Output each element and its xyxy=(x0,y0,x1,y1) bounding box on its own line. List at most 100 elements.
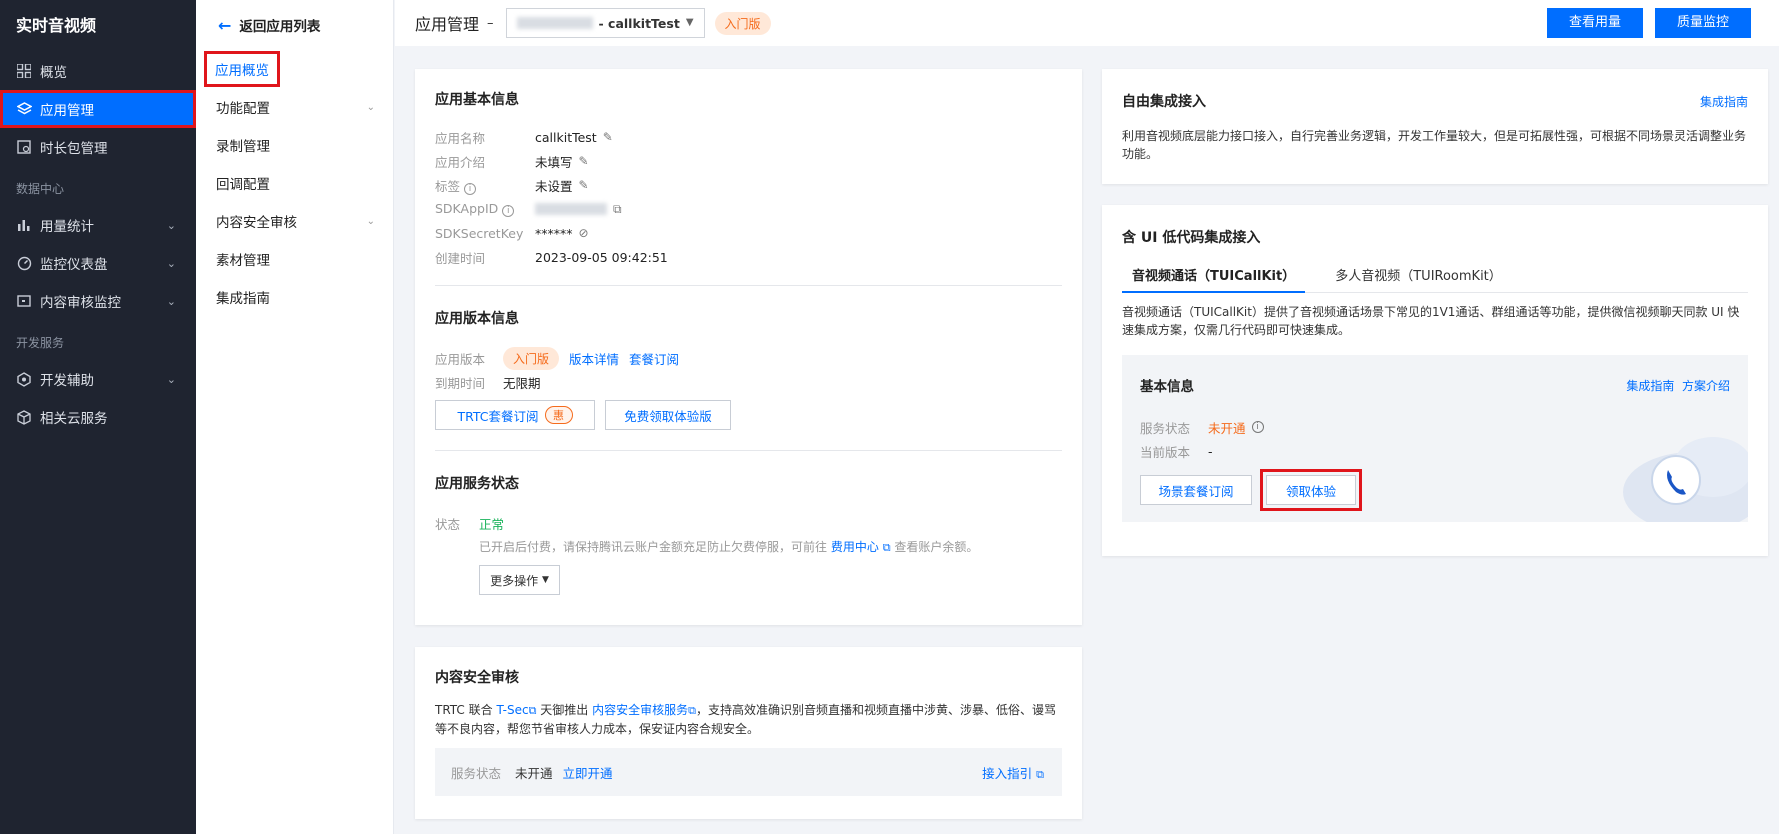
copy-icon[interactable]: ⧉ xyxy=(613,202,622,217)
page-header: 应用管理 – - callkitTest ▼ 入门版 查看用量 质量监控 xyxy=(395,0,1779,46)
quality-monitor-button[interactable]: 质量监控 xyxy=(1654,8,1751,38)
eye-off-icon[interactable]: ⊘ xyxy=(579,226,589,240)
free-trial-button[interactable]: 免费领取体验版 xyxy=(605,400,731,430)
chevron-down-icon: ⌄ xyxy=(166,294,176,308)
masked-app-id xyxy=(516,17,593,29)
external-link-icon: ⧉ xyxy=(1036,767,1044,781)
field-value: ****** xyxy=(535,225,573,241)
access-guide-link[interactable]: 接入指引 xyxy=(982,766,1032,781)
field-key: 应用版本 xyxy=(435,351,486,367)
claim-trial-button[interactable]: 领取体验 xyxy=(1266,475,1356,505)
sidebar-group-data: 数据中心 xyxy=(16,182,65,196)
free-integration-card: 自由集成接入 集成指南 利用音视频底层能力接口接入，自行完善业务逻辑，开发工作量… xyxy=(1102,69,1768,184)
more-actions-dropdown[interactable]: 更多操作 ▼ xyxy=(479,565,560,595)
grid-icon xyxy=(16,63,32,79)
submenu-label: 回调配置 xyxy=(216,177,270,193)
layers-icon xyxy=(16,101,32,117)
tsec-link[interactable]: T-Sec xyxy=(496,703,528,717)
edit-icon[interactable]: ✎ xyxy=(603,130,613,144)
submenu-label: 素材管理 xyxy=(216,253,270,269)
tuicallkit-info-panel: 基本信息 集成指南 方案介绍 服务状态 未开通 i 当前版本 - 场景套餐订阅 领取体… xyxy=(1122,355,1748,522)
integration-guide-link[interactable]: 集成指南 xyxy=(1700,93,1748,110)
submenu-item-materials[interactable]: 素材管理 xyxy=(196,240,393,278)
status-badge: 正常 xyxy=(479,516,505,532)
field-key: 应用介绍 xyxy=(435,154,486,170)
sidebar-item-content-monitor[interactable]: 内容审核监控 ⌄ xyxy=(0,282,196,320)
view-usage-button[interactable]: 查看用量 xyxy=(1546,8,1643,38)
sidebar-item-dashboard[interactable]: 监控仪表盘 ⌄ xyxy=(0,244,196,282)
section-title-version: 应用版本信息 xyxy=(435,311,519,327)
content-security-card: 内容安全审核 TRTC 联合 T-Sec⧉ 天御推出 内容安全审核服务⧉，支持高… xyxy=(415,647,1082,819)
product-title: 实时音视频 xyxy=(16,16,97,35)
field-key: 服务状态 xyxy=(1140,420,1191,436)
lowcode-description: 音视频通话（TUICallKit）提供了音视频通话场景下常见的1V1通话、群组通… xyxy=(1122,305,1740,337)
field-value: 未填写 xyxy=(535,154,573,170)
app-submenu: ← 返回应用列表 应用概览 功能配置 ⌄ 录制管理 回调配置 内容安全审核 ⌄ 素材… xyxy=(196,0,394,834)
submenu-label: 功能配置 xyxy=(216,101,270,117)
package-icon xyxy=(16,139,32,155)
edition-badge: 入门版 xyxy=(503,346,560,370)
chevron-down-icon: ⌄ xyxy=(166,372,176,386)
sidebar-item-overview[interactable]: 概览 xyxy=(0,52,196,90)
content-audit-service-link[interactable]: 内容安全审核服务 xyxy=(592,703,688,717)
sidebar-item-label: 监控仪表盘 xyxy=(40,257,108,273)
sidebar-item-cloud-services[interactable]: 相关云服务 xyxy=(0,398,196,436)
submenu-label: 录制管理 xyxy=(216,139,270,155)
billing-center-link[interactable]: 费用中心 xyxy=(831,540,879,554)
sidebar-item-app-management[interactable]: 应用管理 xyxy=(0,90,196,128)
sidebar-item-dev-assist[interactable]: 开发辅助 ⌄ xyxy=(0,360,196,398)
info-icon[interactable]: i xyxy=(464,182,476,195)
app-info-card: 应用基本信息 应用名称 callkitTest ✎ 应用介绍 未填写 ✎ 标签 i 未设置… xyxy=(415,69,1082,625)
submenu-item-feature-config[interactable]: 功能配置 ⌄ xyxy=(196,88,393,126)
field-created-time: 创建时间 2023-09-05 09:42:51 xyxy=(435,245,1062,269)
submenu-item-callback[interactable]: 回调配置 xyxy=(196,164,393,202)
version-detail-link[interactable]: 版本详情 xyxy=(569,349,619,368)
integration-guide-link[interactable]: 集成指南 xyxy=(1626,379,1674,393)
status-note-text: 已开启后付费，请保持腾讯云账户金额充足防止欠费停服，可前往 xyxy=(479,540,828,554)
tab-tuiroomkit[interactable]: 多人音视频（TUIRoomKit） xyxy=(1325,263,1512,293)
trtc-subscribe-button[interactable]: TRTC套餐订阅惠 xyxy=(435,400,595,430)
status-badge: 未开通 xyxy=(515,765,553,781)
field-value: callkitTest xyxy=(535,129,597,145)
submenu-item-overview[interactable]: 应用概览 xyxy=(196,50,393,88)
content-text: 天御推出 xyxy=(540,703,589,717)
field-key: 应用名称 xyxy=(435,130,486,146)
solution-intro-link[interactable]: 方案介绍 xyxy=(1682,379,1730,393)
field-key: 创建时间 xyxy=(435,250,486,266)
field-tags: 标签 i 未设置 ✎ xyxy=(435,173,1062,197)
submenu-item-recording[interactable]: 录制管理 xyxy=(196,126,393,164)
package-subscribe-link[interactable]: 套餐订阅 xyxy=(629,349,679,368)
sidebar-item-package[interactable]: 时长包管理 xyxy=(0,128,196,166)
field-app-name: 应用名称 callkitTest ✎ xyxy=(435,125,1062,149)
activate-now-link[interactable]: 立即开通 xyxy=(563,763,613,782)
external-link-icon: ⧉ xyxy=(882,541,891,554)
app-selector[interactable]: - callkitTest ▼ xyxy=(505,8,705,38)
sidebar-item-usage[interactable]: 用量统计 ⌄ xyxy=(0,206,196,244)
back-to-app-list[interactable]: ← 返回应用列表 xyxy=(196,0,393,50)
field-value: 未设置 xyxy=(535,178,573,194)
button-label: 更多操作 xyxy=(490,573,539,588)
arrow-left-icon: ← xyxy=(218,15,232,35)
info-icon[interactable]: i xyxy=(1251,421,1264,433)
lowcode-integration-card: 含 UI 低代码集成接入 音视频通话（TUICallKit） 多人音视频（TUI… xyxy=(1102,205,1768,556)
page-title: 应用管理 xyxy=(415,15,480,34)
submenu-item-guide[interactable]: 集成指南 xyxy=(196,278,393,316)
section-title-content: 内容安全审核 xyxy=(435,670,519,686)
content-service-status-bar: 服务状态 未开通 立即开通 接入指引 ⧉ xyxy=(435,748,1062,796)
field-key: 到期时间 xyxy=(435,375,486,391)
free-description: 利用音视频底层能力接口接入，自行完善业务逻辑，开发工作量较大，但是可拓展性强，可… xyxy=(1122,129,1747,161)
panel-title: 基本信息 xyxy=(1140,379,1194,395)
submenu-label: 集成指南 xyxy=(216,291,270,307)
tab-tuicallkit[interactable]: 音视频通话（TUICallKit） xyxy=(1122,263,1306,293)
external-link-icon: ⧉ xyxy=(688,704,697,717)
main-sidebar: 实时音视频 概览 应用管理 时长包管理 数据中心 用量统计 ⌄ 监控仪表盘 ⌄ xyxy=(0,0,196,834)
scene-package-subscribe-button[interactable]: 场景套餐订阅 xyxy=(1140,475,1252,505)
field-key: 状态 xyxy=(435,516,461,532)
edit-icon[interactable]: ✎ xyxy=(579,178,589,192)
sidebar-item-label: 应用管理 xyxy=(40,103,94,119)
submenu-item-content-audit[interactable]: 内容安全审核 ⌄ xyxy=(196,202,393,240)
content-text: TRTC 联合 xyxy=(435,703,493,717)
edit-icon[interactable]: ✎ xyxy=(579,154,589,168)
section-title-lowcode: 含 UI 低代码集成接入 xyxy=(1122,230,1261,246)
info-icon[interactable]: i xyxy=(502,205,515,217)
